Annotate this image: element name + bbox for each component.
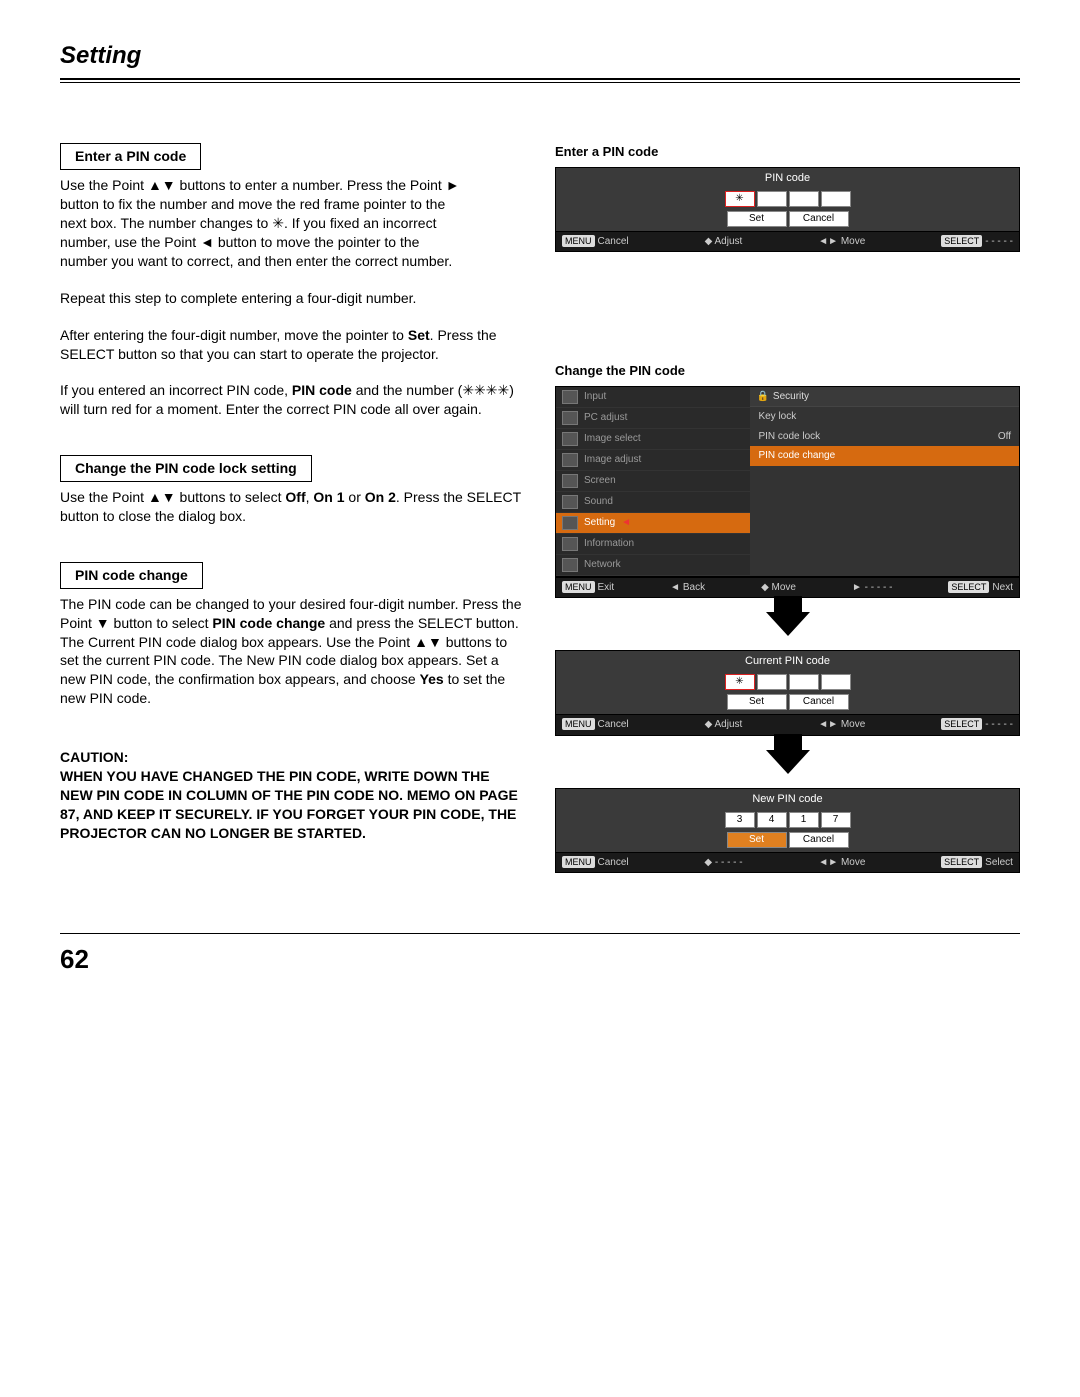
opt-key-lock[interactable]: Key lock bbox=[750, 407, 1019, 427]
sidebar-item-network[interactable]: Network bbox=[556, 555, 750, 576]
lock-icon: 🔒 bbox=[756, 391, 768, 402]
sidebar-item-screen[interactable]: Screen bbox=[556, 471, 750, 492]
osd-title-new: New PIN code bbox=[556, 789, 1019, 810]
new-cancel-button[interactable]: Cancel bbox=[789, 832, 849, 848]
caution-block: CAUTION: WHEN YOU HAVE CHANGED THE PIN C… bbox=[60, 748, 525, 842]
sidebar-item-pc-adjust[interactable]: PC adjust bbox=[556, 408, 750, 429]
para-enter-pin-1: Use the Point ▲▼ buttons to enter a numb… bbox=[60, 176, 525, 270]
arrow-down-icon bbox=[766, 612, 810, 636]
sidebar-item-image-adjust[interactable]: Image adjust bbox=[556, 450, 750, 471]
current-cancel-button[interactable]: Cancel bbox=[789, 694, 849, 710]
current-pin-2[interactable] bbox=[757, 674, 787, 690]
para-enter-pin-4: If you entered an incorrect PIN code, PI… bbox=[60, 381, 525, 419]
current-pin-3[interactable] bbox=[789, 674, 819, 690]
new-pin-4[interactable]: 7 bbox=[821, 812, 851, 828]
osd-enter-pin: PIN code ✳ Set Cancel MENUCancel ◆ Adjus… bbox=[555, 167, 1020, 252]
sidebar-item-image-select[interactable]: Image select bbox=[556, 429, 750, 450]
rule-bottom bbox=[60, 933, 1020, 934]
panel-title-security: 🔒Security bbox=[750, 387, 1019, 408]
para-enter-pin-2: Repeat this step to complete entering a … bbox=[60, 289, 525, 308]
osd-change-pin-menu: Input PC adjust Image select Image adjus… bbox=[555, 386, 1020, 577]
osd-new-pin: New PIN code 3 4 1 7 Set Cancel MENUCanc… bbox=[555, 788, 1020, 873]
current-set-button[interactable]: Set bbox=[727, 694, 787, 710]
new-pin-2[interactable]: 4 bbox=[757, 812, 787, 828]
osd-security-panel: 🔒Security Key lock PIN code lockOff PIN … bbox=[750, 387, 1019, 576]
para-change-lock: Use the Point ▲▼ buttons to select Off, … bbox=[60, 488, 525, 526]
new-set-button[interactable]: Set bbox=[727, 832, 787, 848]
pin-digit-1[interactable]: ✳ bbox=[725, 191, 755, 207]
fig1-caption: Enter a PIN code bbox=[555, 143, 1020, 161]
osd-new-hintbar: MENUCancel ◆ - - - - - ◄► Move SELECTSel… bbox=[556, 852, 1019, 873]
fig2-caption: Change the PIN code bbox=[555, 362, 1020, 380]
rule-top-thick bbox=[60, 78, 1020, 80]
pin-digit-row: ✳ bbox=[556, 189, 1019, 209]
osd-title-current: Current PIN code bbox=[556, 651, 1019, 672]
heading-change-lock: Change the PIN code lock setting bbox=[60, 455, 312, 482]
page-number: 62 bbox=[60, 942, 1020, 977]
para-pin-change: The PIN code can be changed to your desi… bbox=[60, 595, 525, 708]
new-pin-3[interactable]: 1 bbox=[789, 812, 819, 828]
sidebar-item-input[interactable]: Input bbox=[556, 387, 750, 408]
set-button[interactable]: Set bbox=[727, 211, 787, 227]
caution-label: CAUTION: bbox=[60, 748, 525, 767]
sidebar-item-setting[interactable]: Setting◄ bbox=[556, 513, 750, 534]
osd-title: PIN code bbox=[556, 168, 1019, 189]
pin-digit-4[interactable] bbox=[821, 191, 851, 207]
heading-pin-change: PIN code change bbox=[60, 562, 203, 589]
sidebar-item-information[interactable]: Information bbox=[556, 534, 750, 555]
current-pin-1[interactable]: ✳ bbox=[725, 674, 755, 690]
osd-current-hintbar: MENUCancel ◆ Adjust ◄► Move SELECT- - - … bbox=[556, 714, 1019, 735]
osd-hintbar: MENUCancel ◆ Adjust ◄► Move SELECT- - - … bbox=[556, 231, 1019, 252]
new-pin-1[interactable]: 3 bbox=[725, 812, 755, 828]
pin-digit-2[interactable] bbox=[757, 191, 787, 207]
heading-enter-pin: Enter a PIN code bbox=[60, 143, 201, 170]
osd-menu-hintbar: MENUExit ◄ Back ◆ Move ► - - - - - SELEC… bbox=[556, 577, 1019, 598]
osd-current-pin: Current PIN code ✳ Set Cancel MENUCancel… bbox=[555, 650, 1020, 735]
rule-top-thin bbox=[60, 82, 1020, 83]
pin-digit-3[interactable] bbox=[789, 191, 819, 207]
osd-menu-hintbar-wrap: MENUExit ◄ Back ◆ Move ► - - - - - SELEC… bbox=[555, 577, 1020, 599]
sidebar-item-sound[interactable]: Sound bbox=[556, 492, 750, 513]
opt-pin-code-change[interactable]: PIN code change bbox=[750, 446, 1019, 466]
osd-sidebar: Input PC adjust Image select Image adjus… bbox=[556, 387, 750, 576]
caution-body: WHEN YOU HAVE CHANGED THE PIN CODE, WRIT… bbox=[60, 767, 525, 843]
section-header: Setting bbox=[60, 40, 1020, 76]
opt-pin-code-lock[interactable]: PIN code lockOff bbox=[750, 427, 1019, 447]
arrow-down-icon bbox=[766, 750, 810, 774]
para-enter-pin-3: After entering the four-digit number, mo… bbox=[60, 326, 525, 364]
cancel-button[interactable]: Cancel bbox=[789, 211, 849, 227]
current-pin-4[interactable] bbox=[821, 674, 851, 690]
